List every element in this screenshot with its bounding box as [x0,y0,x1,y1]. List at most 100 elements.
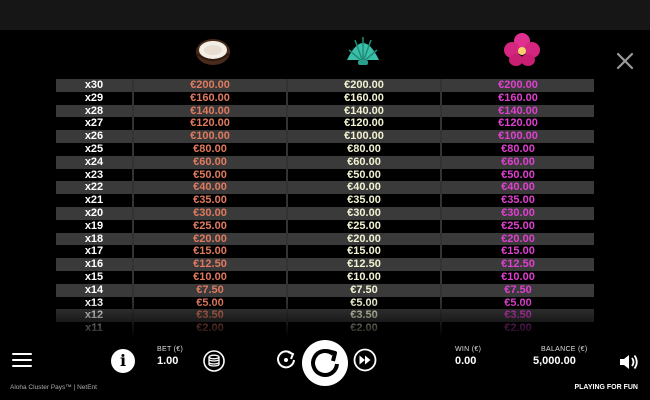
flower-payout-cell: €20.00 [440,232,594,246]
flower-payout-cell: €160.00 [440,91,594,105]
shell-payout-cell: €5.00 [286,296,440,310]
multiplier-cell: x11 [56,322,132,335]
flower-payout-cell: €12.50 [440,258,594,271]
coconut-payout-cell: €5.00 [132,296,286,310]
table-row: x25 €80.00 €80.00 €80.00 [56,142,596,156]
shell-payout-cell: €7.50 [286,283,440,297]
info-icon: i [119,351,127,370]
table-row: x21 €35.00 €35.00 €35.00 [56,194,596,207]
shell-payout-cell: €35.00 [286,194,440,207]
shell-icon [343,32,383,68]
win-value: 0.00 [455,355,477,367]
table-row: x12 €3.50 €3.50 €3.50 [56,309,596,323]
multiplier-cell: x14 [56,283,132,297]
spin-button[interactable] [302,340,348,386]
flower-payout-cell: €140.00 [440,104,594,118]
shell-payout-cell: €50.00 [286,168,440,182]
shell-payout-cell: €3.50 [286,309,440,323]
flower-payout-cell: €30.00 [440,206,594,220]
info-button[interactable]: i [111,349,135,373]
bet-value: 1.00 [157,355,179,367]
coconut-payout-cell: €20.00 [132,232,286,246]
flower-payout-cell: €120.00 [440,117,594,131]
coconut-payout-cell: €7.50 [132,283,286,297]
multiplier-cell: x23 [56,168,132,182]
shell-payout-cell: €160.00 [286,91,440,105]
shell-payout-cell: €2.00 [286,322,440,335]
game-title: Aloha Cluster Pays™ | NetEnt [10,384,97,391]
coconut-payout-cell: €30.00 [132,206,286,220]
flower-payout-cell: €80.00 [440,142,594,156]
coconut-payout-cell: €140.00 [132,104,286,118]
multiplier-cell: x12 [56,309,132,323]
bet-settings-button[interactable] [203,350,225,372]
flower-payout-cell: €35.00 [440,194,594,207]
coconut-payout-cell: €12.50 [132,258,286,271]
table-row: x23 €50.00 €50.00 €50.00 [56,168,596,182]
bet-label: BET (€) [157,346,184,353]
close-button[interactable] [612,48,638,74]
shell-payout-cell: €120.00 [286,117,440,131]
table-row: x17 €15.00 €15.00 €15.00 [56,245,596,259]
table-row: x14 €7.50 €7.50 €7.50 [56,283,596,297]
close-icon [616,52,634,70]
multiplier-cell: x29 [56,91,132,105]
table-row: x30 €200.00 €200.00 €200.00 [56,79,596,92]
table-row: x18 €20.00 €20.00 €20.00 [56,232,596,246]
flower-payout-cell: €5.00 [440,296,594,310]
table-row: x15 €10.00 €10.00 €10.00 [56,270,596,284]
coconut-payout-cell: €40.00 [132,181,286,195]
shell-payout-cell: €140.00 [286,104,440,118]
shell-payout-cell: €80.00 [286,142,440,156]
hamburger-menu-icon[interactable] [12,353,32,369]
flower-icon [502,32,542,68]
paytable[interactable]: x30 €200.00 €200.00 €200.00 x29 €160.00 €160.0… [56,79,596,335]
multiplier-cell: x15 [56,270,132,284]
flower-payout-cell: €200.00 [440,79,594,92]
coconut-payout-cell: €3.50 [132,309,286,323]
coconut-payout-cell: €60.00 [132,155,286,169]
table-row: x26 €100.00 €100.00 €100.00 [56,130,596,143]
autoplay-icon [277,350,295,369]
multiplier-cell: x19 [56,219,132,233]
flower-payout-cell: €40.00 [440,181,594,195]
flower-payout-cell: €3.50 [440,309,594,323]
shell-payout-cell: €15.00 [286,245,440,259]
multiplier-cell: x28 [56,104,132,118]
multiplier-cell: x27 [56,117,132,131]
turbo-button[interactable] [353,348,377,372]
autoplay-button[interactable] [275,348,297,370]
shell-payout-cell: €30.00 [286,206,440,220]
play-mode-label: PLAYING FOR FUN [574,384,638,391]
coconut-payout-cell: €200.00 [132,79,286,92]
coconut-payout-cell: €10.00 [132,270,286,284]
table-row: x29 €160.00 €160.00 €160.00 [56,91,596,105]
multiplier-cell: x24 [56,155,132,169]
flower-payout-cell: €60.00 [440,155,594,169]
table-row: x28 €140.00 €140.00 €140.00 [56,104,596,118]
coconut-payout-cell: €100.00 [132,130,286,143]
shell-payout-cell: €25.00 [286,219,440,233]
coconut-payout-cell: €35.00 [132,194,286,207]
multiplier-cell: x18 [56,232,132,246]
table-row: x22 €40.00 €40.00 €40.00 [56,181,596,195]
shell-payout-cell: €100.00 [286,130,440,143]
table-row: x24 €60.00 €60.00 €60.00 [56,155,596,169]
table-row: x16 €12.50 €12.50 €12.50 [56,258,596,271]
flower-payout-cell: €15.00 [440,245,594,259]
flower-payout-cell: €100.00 [440,130,594,143]
shell-payout-cell: €20.00 [286,232,440,246]
top-bar [0,0,650,30]
shell-payout-cell: €60.00 [286,155,440,169]
shell-payout-cell: €12.50 [286,258,440,271]
flower-payout-cell: €50.00 [440,168,594,182]
table-row: x19 €25.00 €25.00 €25.00 [56,219,596,233]
shell-payout-cell: €200.00 [286,79,440,92]
coconut-payout-cell: €160.00 [132,91,286,105]
coconut-payout-cell: €120.00 [132,117,286,131]
multiplier-cell: x16 [56,258,132,271]
multiplier-cell: x30 [56,79,132,92]
table-row: x27 €120.00 €120.00 €120.00 [56,117,596,131]
shell-payout-cell: €40.00 [286,181,440,195]
sound-button[interactable] [618,352,640,372]
